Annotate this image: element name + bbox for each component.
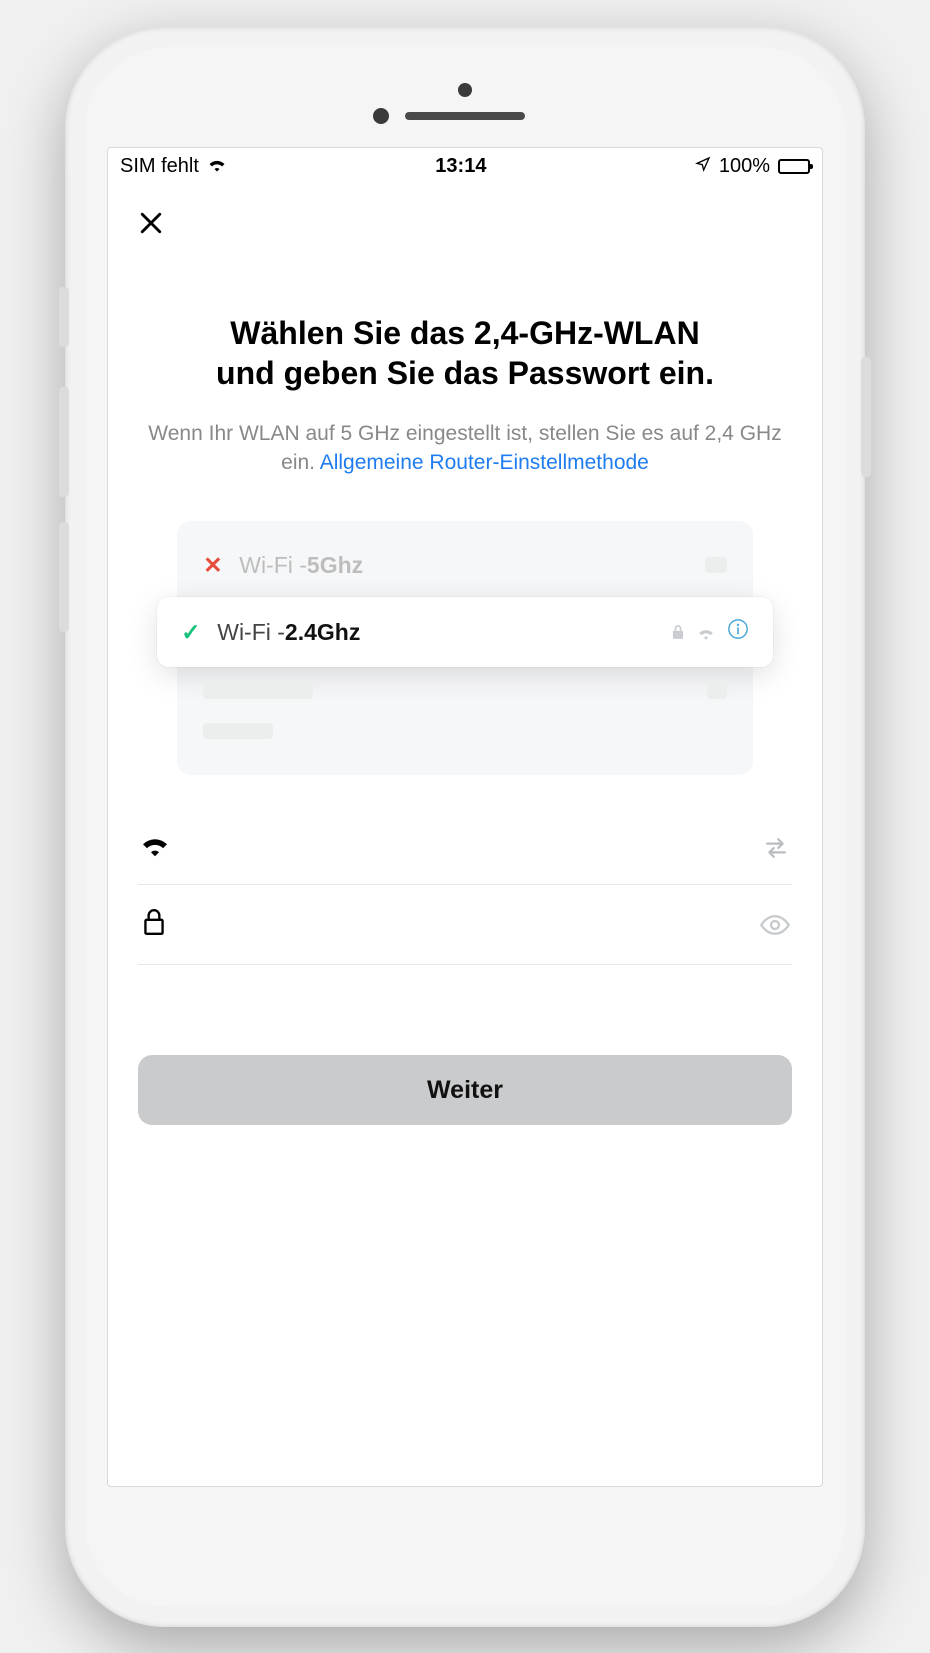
wifi-icon bbox=[140, 833, 174, 862]
wifi-credentials-form bbox=[138, 811, 792, 965]
location-icon bbox=[695, 155, 711, 178]
check-mark-icon: ✓ bbox=[181, 619, 207, 646]
phone-sensor bbox=[458, 83, 472, 97]
title-line-2: und geben Sie das Passwort ein. bbox=[216, 355, 714, 391]
wifi-option-5ghz: ✕ Wi-Fi - 5Ghz bbox=[177, 537, 753, 593]
next-button[interactable]: Weiter bbox=[138, 1055, 792, 1125]
close-button[interactable] bbox=[136, 208, 166, 241]
page-description: Wenn Ihr WLAN auf 5 GHz eingestellt ist,… bbox=[138, 419, 792, 478]
battery-percent-text: 100% bbox=[719, 155, 770, 178]
ssid-input[interactable] bbox=[192, 835, 738, 861]
lock-icon bbox=[671, 619, 685, 646]
wifi-5ghz-label-prefix: Wi-Fi - bbox=[239, 552, 307, 579]
phone-speaker bbox=[405, 112, 525, 120]
phone-frame: SIM fehlt 13:14 100% bbox=[65, 27, 865, 1627]
status-time: 13:14 bbox=[435, 155, 486, 178]
x-mark-icon: ✕ bbox=[203, 552, 229, 579]
title-line-1: Wählen Sie das 2,4-GHz-WLAN bbox=[230, 315, 699, 351]
wifi-icon bbox=[207, 155, 227, 178]
wifi-24ghz-label-prefix: Wi-Fi - bbox=[217, 619, 285, 646]
page-title: Wählen Sie das 2,4-GHz-WLAN und geben Si… bbox=[138, 313, 792, 393]
router-settings-link[interactable]: Allgemeine Router-Einstellmethode bbox=[320, 451, 649, 474]
password-input[interactable] bbox=[192, 912, 738, 938]
placeholder-icon bbox=[705, 557, 727, 573]
screen: SIM fehlt 13:14 100% bbox=[107, 147, 823, 1487]
wifi-signal-icon bbox=[697, 619, 715, 646]
info-icon bbox=[727, 618, 749, 646]
placeholder-row-1 bbox=[177, 671, 753, 711]
swap-network-button[interactable] bbox=[756, 837, 790, 859]
toggle-password-visibility-button[interactable] bbox=[756, 914, 790, 936]
power-button bbox=[861, 357, 871, 477]
mute-switch bbox=[59, 287, 69, 347]
wifi-5ghz-band: 5Ghz bbox=[307, 552, 363, 579]
wifi-option-2-4ghz: ✓ Wi-Fi - 2.4Ghz bbox=[157, 597, 773, 667]
sim-status-text: SIM fehlt bbox=[120, 155, 199, 178]
wifi-24ghz-band: 2.4Ghz bbox=[285, 619, 360, 646]
volume-down-button bbox=[59, 522, 69, 632]
status-bar: SIM fehlt 13:14 100% bbox=[108, 148, 822, 186]
password-field-row bbox=[138, 885, 792, 965]
ssid-field-row bbox=[138, 811, 792, 885]
lock-icon bbox=[140, 907, 174, 942]
battery-icon bbox=[778, 159, 810, 174]
volume-up-button bbox=[59, 387, 69, 497]
placeholder-row-2 bbox=[177, 711, 753, 751]
wifi-band-illustration: ✕ Wi-Fi - 5Ghz ✓ Wi-Fi - 2.4Ghz bbox=[177, 521, 753, 775]
phone-camera bbox=[373, 108, 389, 124]
